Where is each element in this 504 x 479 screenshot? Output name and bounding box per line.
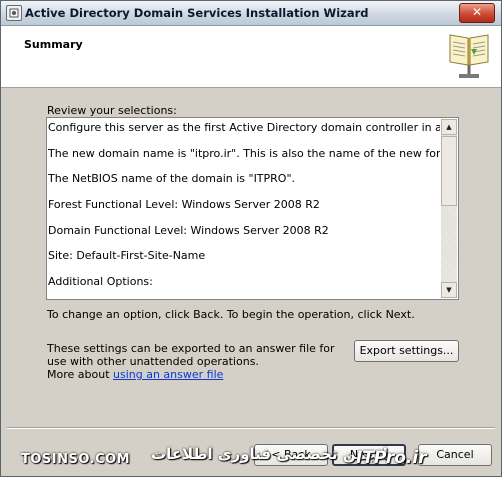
summary-line: Site: Default-First-Site-Name <box>48 249 206 263</box>
wizard-header: Summary <box>1 26 501 88</box>
chevron-up-icon: ▲ <box>446 123 452 131</box>
title-bar[interactable]: Active Directory Domain Services Install… <box>1 1 501 26</box>
summary-line: Additional Options: <box>48 275 153 289</box>
close-icon: ✕ <box>471 5 483 19</box>
change-instructions: To change an option, click Back. To begi… <box>47 308 415 321</box>
more-about-prefix: More about <box>47 368 110 381</box>
scroll-down-button[interactable]: ▼ <box>441 282 457 298</box>
wizard-book-icon <box>449 34 489 78</box>
summary-line: Forest Functional Level: Windows Server … <box>48 198 320 212</box>
summary-line: Domain Functional Level: Windows Server … <box>48 223 329 237</box>
chevron-down-icon: ▼ <box>446 286 452 294</box>
vertical-scrollbar[interactable]: ▲ ▼ <box>441 119 457 298</box>
summary-line: The new domain name is "itpro.ir". This … <box>48 146 440 160</box>
export-description: These settings can be exported to an ans… <box>47 342 335 368</box>
window-title: Active Directory Domain Services Install… <box>25 6 369 20</box>
summary-line: Configure this server as the first Activ… <box>48 121 440 134</box>
page-title: Summary <box>24 38 83 51</box>
more-about-text: More about using an answer file <box>47 368 223 381</box>
cancel-button[interactable]: Cancel <box>418 444 492 466</box>
scroll-up-button[interactable]: ▲ <box>441 119 457 135</box>
review-label: Review your selections: <box>47 104 177 117</box>
watermark-right: ITPro.ir <box>356 448 427 468</box>
app-icon <box>6 5 22 21</box>
scrollbar-thumb[interactable] <box>441 136 457 206</box>
footer-divider <box>7 427 495 429</box>
summary-line: The NetBIOS name of the domain is "ITPRO… <box>48 172 296 186</box>
summary-textbox[interactable]: Configure this server as the first Activ… <box>46 117 459 300</box>
close-button[interactable]: ✕ <box>459 3 495 23</box>
summary-content: Configure this server as the first Activ… <box>48 121 440 299</box>
answer-file-link[interactable]: using an answer file <box>113 368 223 381</box>
watermark-center: انجمن تخصصی فناوری اطلاعات <box>151 445 388 463</box>
watermark-left: TOSINSO.COM <box>21 452 131 467</box>
export-settings-button[interactable]: Export settings... <box>354 340 459 362</box>
wizard-window: Active Directory Domain Services Install… <box>0 0 502 477</box>
